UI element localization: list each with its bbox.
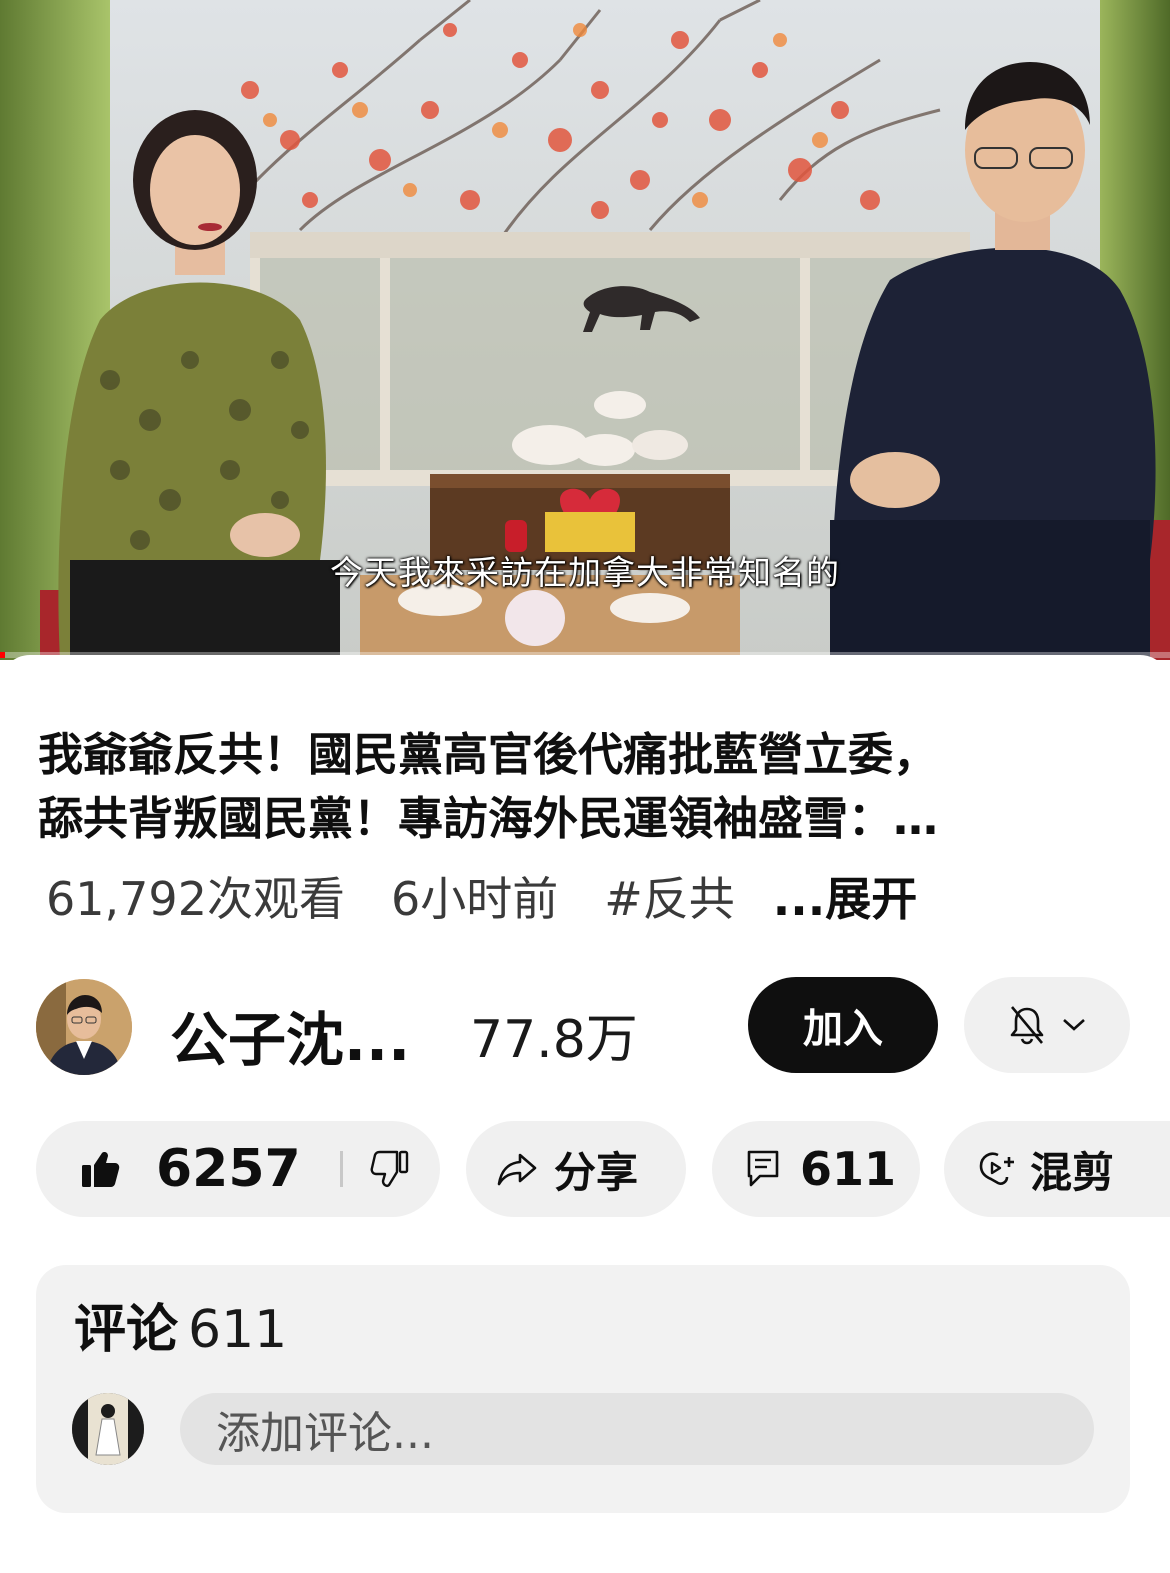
- channel-row: 公子沈... 77.8万 加入: [36, 977, 1136, 1077]
- comments-section[interactable]: 评论 611 添加评论...: [36, 1265, 1130, 1513]
- like-count: 6257: [156, 1139, 301, 1199]
- like-dislike-pill: 6257: [36, 1121, 440, 1217]
- remix-button[interactable]: 混剪: [944, 1121, 1170, 1217]
- action-bar: 6257 分享 611 混剪: [36, 1121, 1170, 1217]
- like-divider: [340, 1151, 343, 1187]
- comments-count-label: 611: [800, 1142, 897, 1196]
- video-title-line-2: 舔共背叛國民黨！專訪海外民運領袖盛雪：…: [38, 792, 939, 845]
- bell-off-icon: [1010, 1006, 1044, 1045]
- comments-header: 评论 611: [74, 1287, 287, 1362]
- join-button[interactable]: 加入: [748, 977, 938, 1073]
- comment-icon: [747, 1150, 779, 1187]
- comments-count: 611: [188, 1300, 288, 1360]
- notification-button[interactable]: [964, 977, 1130, 1073]
- share-button[interactable]: 分享: [466, 1121, 686, 1217]
- like-button[interactable]: 6257: [36, 1121, 336, 1217]
- channel-avatar[interactable]: [36, 979, 132, 1075]
- video-meta[interactable]: 61,792次观看 6小时前 #反共 ...展开: [46, 861, 963, 931]
- expand-description-link[interactable]: ...展开: [773, 863, 917, 929]
- hashtag-link[interactable]: #反共: [604, 863, 735, 929]
- thumbs-up-icon: [82, 1152, 120, 1187]
- video-player[interactable]: 今天我來采訪在加拿大非常知名的: [0, 0, 1170, 660]
- video-title[interactable]: 我爺爺反共！國民黨高官後代痛批藍營立委， 舔共背叛國民黨！專訪海外民運領袖盛雪：…: [38, 723, 1128, 851]
- video-progress-fill: [0, 652, 5, 658]
- subscriber-count: 77.8万: [470, 1010, 638, 1070]
- add-comment-input[interactable]: 添加评论...: [180, 1393, 1094, 1465]
- comments-label: 评论: [74, 1300, 179, 1360]
- share-arrow-icon: [497, 1153, 537, 1186]
- video-info-panel: 我爺爺反共！國民黨高官後代痛批藍營立委， 舔共背叛國民黨！專訪海外民運領袖盛雪：…: [0, 655, 1170, 1573]
- thumbs-down-icon[interactable]: [370, 1149, 410, 1189]
- channel-avatar-image: [36, 979, 132, 1075]
- share-label: 分享: [554, 1147, 639, 1197]
- view-count: 61,792次观看: [46, 872, 345, 926]
- chevron-down-icon: [1063, 1019, 1085, 1031]
- user-avatar[interactable]: [72, 1393, 144, 1465]
- comments-button[interactable]: 611: [712, 1121, 920, 1217]
- remix-icon: [979, 1152, 1014, 1185]
- video-title-line-1: 我爺爺反共！國民黨高官後代痛批藍營立委，: [38, 728, 939, 781]
- video-subtitle: 今天我來采訪在加拿大非常知名的: [330, 553, 840, 592]
- upload-age: 6小时前: [390, 872, 559, 926]
- remix-label: 混剪: [1030, 1147, 1115, 1197]
- channel-name[interactable]: 公子沈...: [170, 993, 410, 1077]
- user-avatar-image: [72, 1393, 144, 1465]
